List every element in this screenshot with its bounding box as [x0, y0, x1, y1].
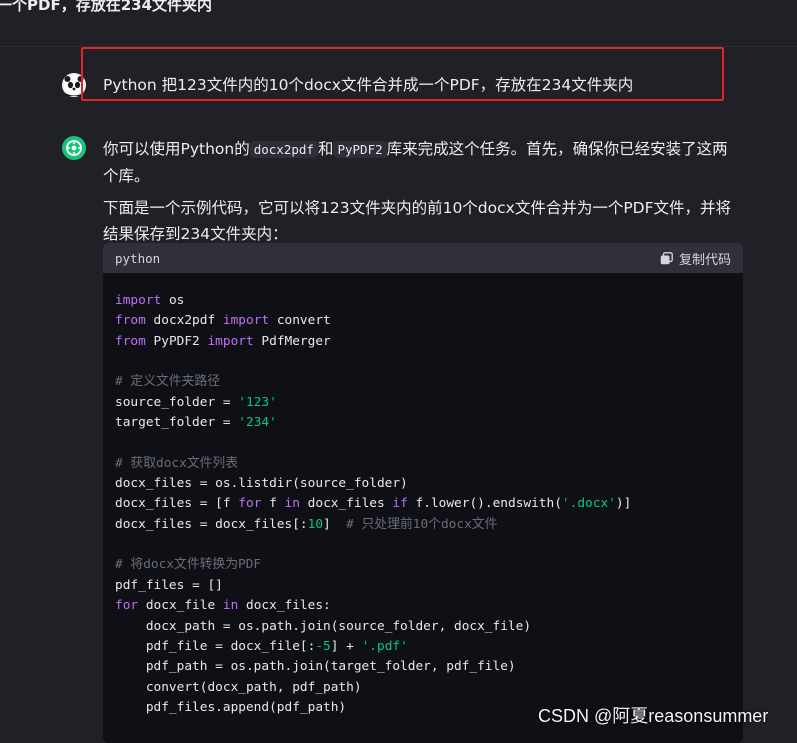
code-token: PdfMerger [253, 333, 331, 349]
code-line: # 定义文件夹路径 [115, 372, 731, 392]
code-line: pdf_path = os.path.join(target_folder, p… [115, 657, 731, 677]
code-line: import os [115, 291, 731, 311]
code-token: docx_file [138, 598, 223, 614]
inline-code: PyPDF2 [333, 141, 387, 158]
code-token: docx_path = os.path.join(source_folder, … [115, 618, 532, 634]
code-token: PyPDF2 [145, 333, 208, 349]
code-token: pdf_file = docx_file[: [115, 638, 316, 654]
code-token: if [392, 496, 408, 512]
code-token: from [115, 333, 146, 349]
code-token: pdf_path = os.path.join(target_folder, p… [115, 659, 516, 675]
conversation-title: 一个PDF，存放在234文件夹内 [0, 0, 213, 14]
code-string: '.docx' [561, 496, 616, 512]
code-string: '234' [238, 415, 277, 431]
paragraph-text: 和 [317, 140, 334, 158]
code-token: ] [323, 516, 347, 532]
code-token: for [238, 496, 262, 512]
code-line: source_folder = '123' [115, 393, 731, 413]
code-line: target_folder = '234' [115, 413, 731, 433]
code-line: for docx_file in docx_files: [115, 596, 731, 616]
code-line: # 将docx文件转换为PDF [115, 555, 731, 575]
conversation-header: 一个PDF，存放在234文件夹内 [0, 0, 797, 47]
code-string: '.pdf' [361, 638, 408, 654]
code-token: in [222, 598, 239, 614]
code-token: for [115, 598, 139, 614]
code-comment: # 将docx文件转换为PDF [115, 557, 262, 573]
code-line: docx_files = docx_files[:10] # 只处理前10个do… [115, 515, 731, 535]
copy-icon [660, 251, 673, 264]
code-number: 10 [307, 516, 324, 532]
copy-code-label: 复制代码 [678, 252, 731, 268]
code-line: pdf_files = [] [115, 576, 731, 596]
code-token: os [161, 293, 185, 308]
code-token: import [222, 313, 270, 329]
assistant-avatar [62, 136, 86, 160]
code-token: )] [615, 496, 632, 512]
code-block-header: python 复制代码 [103, 243, 743, 273]
assistant-logo-icon [66, 140, 82, 156]
code-comment: # 定义文件夹路径 [115, 374, 220, 390]
code-token: import [207, 333, 254, 349]
code-token: pdf_files = [] [115, 577, 223, 593]
code-token: import [115, 293, 162, 308]
inline-code: docx2pdf [249, 141, 318, 158]
csdn-watermark: CSDN @阿夏reasonsummer [538, 706, 769, 726]
code-token: docx2pdf [145, 313, 223, 329]
code-line: docx_files = [f for f in docx_files if f… [115, 494, 731, 514]
code-token: target_folder = [115, 415, 239, 431]
copy-code-button[interactable]: 复制代码 [660, 249, 731, 268]
code-token: ] + [330, 638, 362, 654]
code-string: '123' [238, 394, 277, 410]
code-number: -5 [315, 638, 331, 654]
code-line: pdf_file = docx_file[:-5] + '.pdf' [115, 637, 731, 657]
code-token: in [284, 496, 300, 512]
code-line: docx_path = os.path.join(source_folder, … [115, 617, 731, 637]
code-line: docx_files = os.listdir(source_folder) [115, 474, 731, 494]
code-token: f [261, 496, 285, 512]
code-token: docx_files = os.listdir(source_folder) [115, 476, 408, 492]
code-token: from [115, 313, 146, 329]
paragraph-text: 你可以使用Python的 [103, 140, 250, 158]
code-line: # 获取docx文件列表 [115, 454, 731, 474]
code-token: docx_files = docx_files[: [115, 516, 308, 532]
code-language-label: python [115, 250, 161, 266]
code-content: import os from docx2pdf import convert fro… [103, 273, 743, 718]
code-line: convert(docx_path, pdf_path) [115, 678, 731, 698]
code-token: source_folder = [115, 394, 239, 410]
code-token: docx_files [299, 496, 393, 512]
code-token: f.lower().endswith( [407, 496, 562, 512]
code-comment: # 只处理前10个docx文件 [346, 516, 498, 532]
assistant-paragraph-2: 下面是一个示例代码，它可以将123文件夹内的前10个docx文件合并为一个PDF… [103, 199, 732, 243]
red-highlight-box [81, 47, 724, 101]
code-line: from PyPDF2 import PdfMerger [115, 332, 731, 352]
code-comment: # 获取docx文件列表 [115, 455, 239, 471]
code-token: docx_files: [238, 598, 331, 614]
code-token: convert(docx_path, pdf_path) [115, 679, 362, 695]
code-token: convert [269, 313, 331, 329]
code-token: pdf_files.append(pdf_path) [115, 699, 347, 715]
code-token: docx_files = [f [115, 496, 239, 512]
code-block: python 复制代码 import os from docx2pdf impor… [103, 243, 743, 743]
code-line: from docx2pdf import convert [115, 311, 731, 331]
assistant-paragraph-1: 你可以使用Python的 docx2pdf 和 PyPDF2 库来完成这个任务。首先，确… [103, 136, 743, 189]
